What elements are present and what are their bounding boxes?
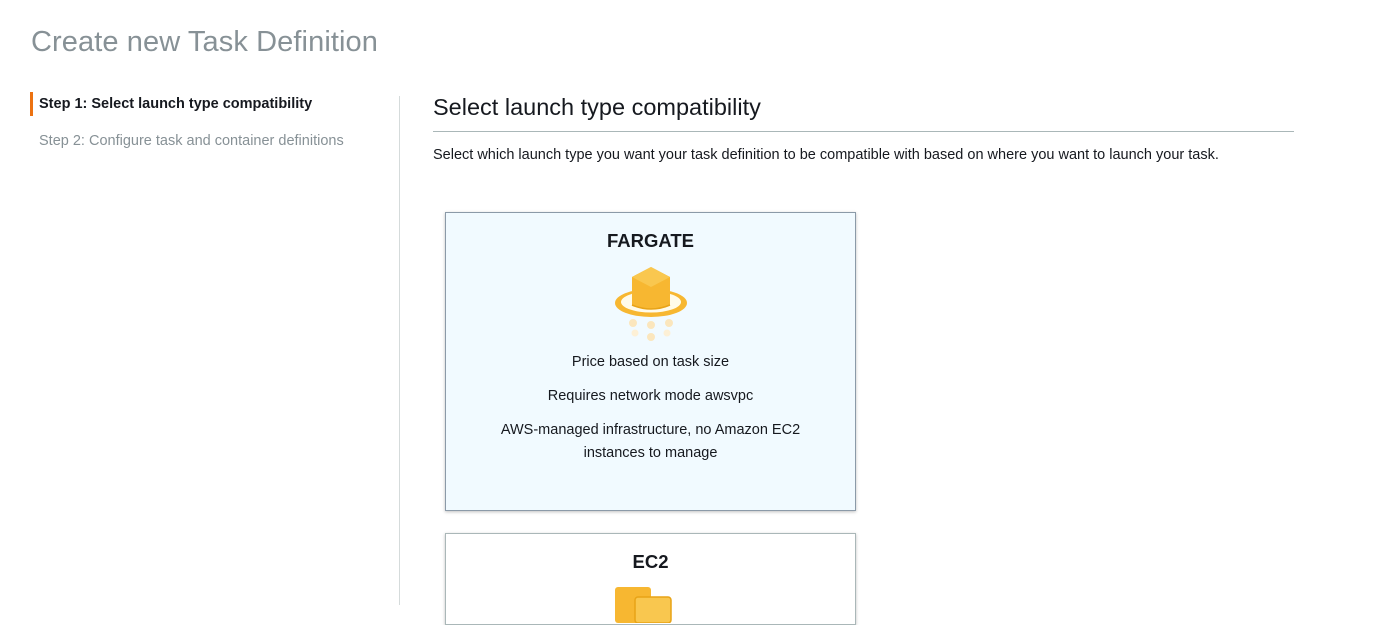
section-description: Select which launch type you want your t… [433, 147, 1219, 163]
page-title: Create new Task Definition [31, 26, 379, 58]
ec2-icon [615, 587, 672, 623]
fargate-feature-pricing: Price based on task size [571, 354, 730, 370]
section-divider [433, 131, 1294, 132]
ec2-card-title: EC2 [632, 551, 669, 572]
fargate-icon [614, 267, 687, 341]
wizard-steps: Step 1: Select launch type compatibility… [30, 92, 390, 153]
fargate-feature-network-mode: Requires network mode awsvpc [547, 388, 754, 404]
fargate-feature-managed-infra: AWS-managed infrastructure, no Amazon EC… [500, 422, 801, 461]
ec2-launch-type-card[interactable]: EC2 [445, 533, 856, 625]
step-1-select-launch-type[interactable]: Step 1: Select launch type compatibility [30, 92, 390, 116]
fargate-card-title: FARGATE [606, 230, 695, 251]
fargate-launch-type-card[interactable]: FARGATE Price based on task size Require… [445, 212, 856, 511]
section-title: Select launch type compatibility [433, 94, 761, 120]
step-2-configure-task[interactable]: Step 2: Configure task and container def… [30, 129, 390, 153]
sidebar-divider [399, 96, 400, 605]
